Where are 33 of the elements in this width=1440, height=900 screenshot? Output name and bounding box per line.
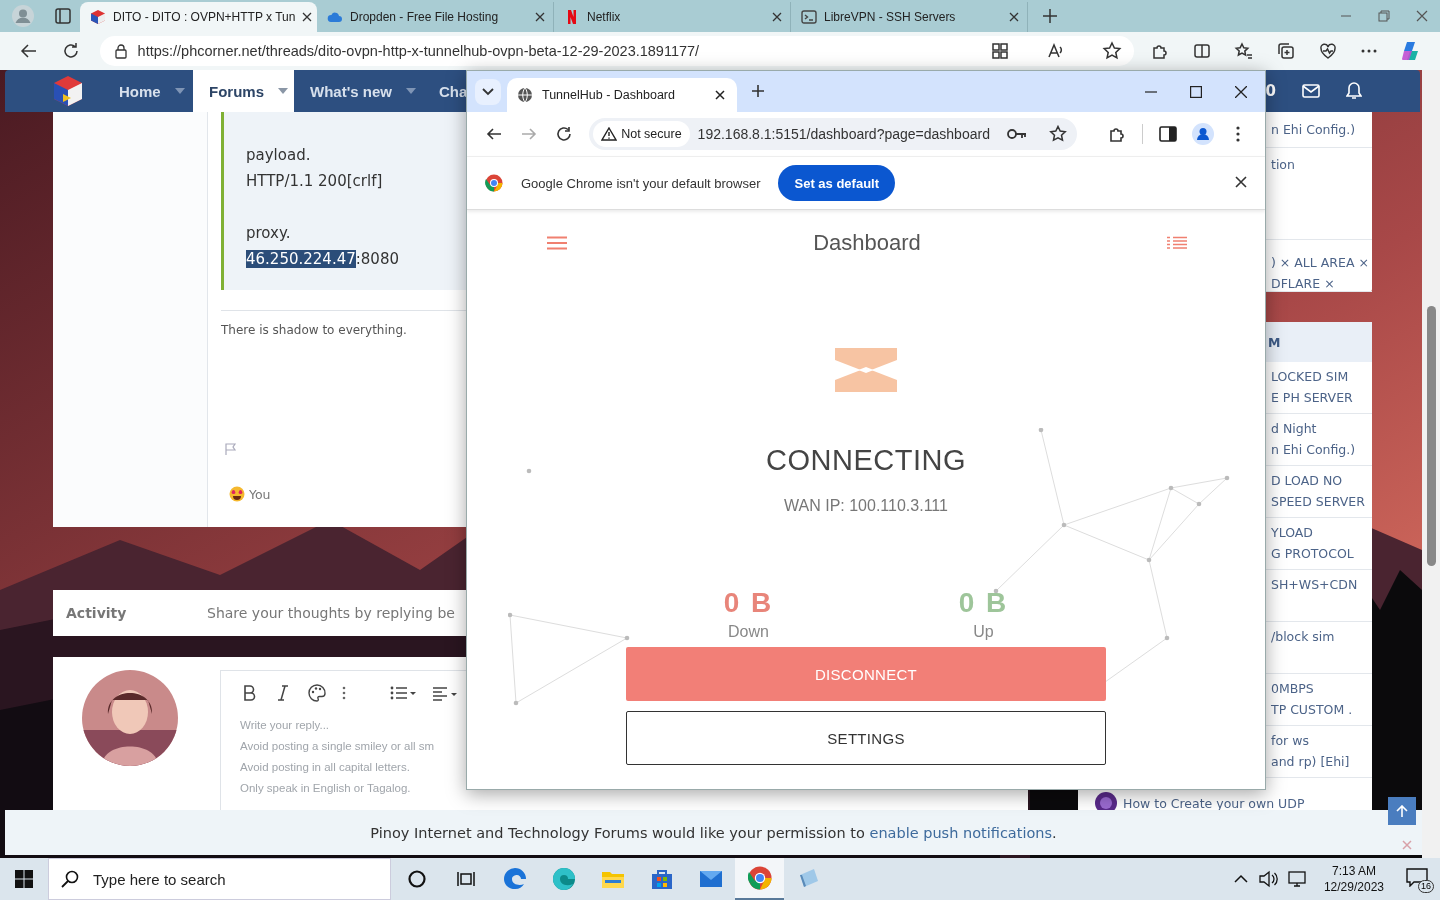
cube-icon [90, 9, 106, 25]
cortana-icon[interactable] [406, 869, 427, 889]
star-icon[interactable] [1101, 41, 1122, 61]
new-tab-icon[interactable] [1040, 6, 1060, 26]
edge-icon[interactable] [502, 867, 527, 891]
task-view-icon[interactable] [455, 869, 476, 889]
favorites-icon[interactable] [1234, 41, 1254, 61]
browser-tab[interactable]: DITO - DITO : OVPN+HTTP x Tun [80, 2, 317, 32]
taskbar-search-field[interactable]: Type here to search [48, 858, 391, 900]
collections-icon[interactable] [1275, 41, 1296, 61]
close-icon[interactable] [772, 12, 782, 22]
edge-icon[interactable] [551, 867, 576, 891]
search-icon [61, 870, 79, 888]
windows-icon[interactable] [15, 870, 33, 888]
store-icon[interactable] [649, 867, 674, 891]
scrollbar[interactable] [1422, 70, 1440, 858]
clock[interactable]: 7:13 AM 12/29/2023 [1323, 863, 1384, 895]
speaker-icon[interactable] [1257, 870, 1278, 888]
lock-icon [113, 43, 128, 59]
address-bar[interactable]: https://phcorner.net/threads/dito-ovpn-http-x-tunnelhub-ovpn-beta-12-29-2023.1891177/ [99, 36, 1134, 66]
tab-actions-icon[interactable] [53, 6, 73, 26]
split-screen-icon[interactable] [1192, 41, 1213, 61]
network-icon[interactable] [1287, 870, 1306, 888]
chrome-icon[interactable] [747, 866, 772, 890]
restore-icon[interactable] [1378, 10, 1390, 22]
close-icon[interactable] [302, 12, 313, 22]
heart-pulse-icon[interactable] [1317, 41, 1338, 61]
caret-up-icon[interactable] [1233, 874, 1248, 884]
close-icon[interactable] [535, 12, 545, 22]
close-icon[interactable] [1009, 12, 1019, 22]
mail-icon[interactable] [698, 869, 723, 889]
app-grid-icon[interactable] [989, 41, 1010, 61]
terminal-icon [801, 9, 817, 25]
